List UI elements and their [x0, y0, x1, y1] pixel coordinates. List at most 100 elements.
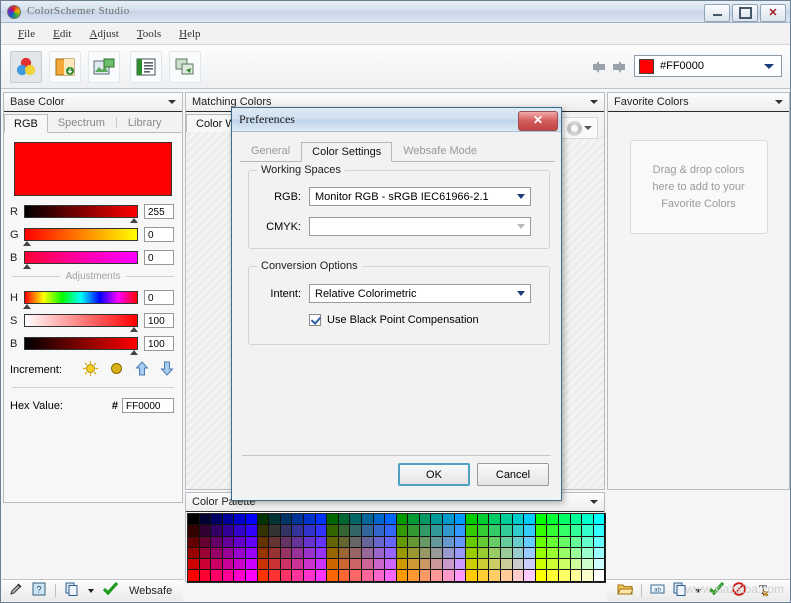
palette-swatch[interactable] [512, 570, 525, 582]
palette-swatch[interactable] [501, 536, 513, 548]
palette-swatch[interactable] [222, 514, 235, 526]
palette-swatch[interactable] [338, 514, 351, 526]
check-icon[interactable] [102, 581, 119, 599]
palette-swatch[interactable] [570, 536, 583, 548]
palette-swatch[interactable] [211, 559, 223, 571]
palette-swatch[interactable] [361, 559, 374, 571]
dialog-close-button[interactable]: ✕ [518, 111, 558, 131]
palette-swatch[interactable] [501, 559, 513, 571]
palette-swatch[interactable] [419, 559, 432, 571]
chevron-down-icon[interactable] [583, 126, 592, 130]
palette-swatch[interactable] [350, 514, 362, 526]
palette-swatch[interactable] [501, 525, 513, 537]
palette-swatch[interactable] [350, 536, 362, 548]
maximize-button[interactable] [732, 4, 758, 22]
palette-swatch[interactable] [466, 570, 478, 582]
palette-swatch[interactable] [431, 570, 444, 582]
palette-swatch[interactable] [292, 559, 304, 571]
palette-swatch[interactable] [535, 525, 548, 537]
palette-swatch[interactable] [361, 570, 374, 582]
palette-swatch[interactable] [547, 559, 559, 571]
palette-swatch[interactable] [443, 525, 455, 537]
palette-swatch[interactable] [501, 570, 513, 582]
hsb-slider-value[interactable]: 100 [144, 336, 174, 351]
palette-swatch[interactable] [338, 570, 351, 582]
palette-swatch[interactable] [361, 525, 374, 537]
ok-button[interactable]: OK [398, 463, 470, 486]
palette-swatch[interactable] [443, 559, 455, 571]
palette-swatch[interactable] [559, 570, 571, 582]
palette-swatch[interactable] [303, 570, 316, 582]
rgb-slider-thumb[interactable] [23, 264, 32, 269]
chevron-down-icon[interactable] [88, 588, 94, 593]
palette-swatch[interactable] [477, 525, 490, 537]
palette-swatch[interactable] [396, 536, 409, 548]
palette-swatch[interactable] [385, 559, 397, 571]
chevron-down-icon[interactable] [775, 100, 783, 104]
help-icon[interactable]: ? [32, 582, 46, 599]
palette-swatch[interactable] [431, 547, 444, 560]
palette-swatch[interactable] [222, 570, 235, 582]
palette-swatch[interactable] [315, 570, 328, 582]
palette-swatch[interactable] [512, 547, 525, 560]
palette-swatch[interactable] [408, 514, 420, 526]
palette-swatch[interactable] [234, 536, 246, 548]
palette-swatch[interactable] [524, 514, 536, 526]
palette-swatch[interactable] [361, 514, 374, 526]
palette-swatch[interactable] [570, 525, 583, 537]
palette-swatch[interactable] [269, 547, 281, 560]
palette-swatch[interactable] [419, 536, 432, 548]
palette-swatch[interactable] [570, 559, 583, 571]
text-tool-icon[interactable]: T [754, 582, 770, 600]
palette-swatch[interactable] [593, 525, 606, 537]
palette-swatch[interactable] [280, 559, 293, 571]
palette-swatch[interactable] [582, 536, 594, 548]
palette-swatch[interactable] [489, 547, 502, 560]
palette-swatch[interactable] [211, 525, 223, 537]
palette-swatch[interactable] [245, 570, 258, 582]
palette-swatch[interactable] [188, 514, 200, 526]
palette-swatch[interactable] [466, 525, 478, 537]
palette-swatch[interactable] [396, 559, 409, 571]
palette-swatch[interactable] [280, 570, 293, 582]
rename-icon[interactable]: ab [650, 582, 665, 599]
palette-swatch[interactable] [269, 514, 281, 526]
palette-swatch[interactable] [547, 547, 559, 560]
palette-swatch[interactable] [188, 570, 200, 582]
palette-swatch[interactable] [593, 570, 606, 582]
palette-swatch[interactable] [443, 514, 455, 526]
rgb-slider-track[interactable] [23, 228, 138, 246]
palette-swatch[interactable] [234, 570, 246, 582]
lighten-icon[interactable] [83, 361, 98, 379]
palette-swatch[interactable] [257, 547, 270, 560]
palette-swatch[interactable] [188, 536, 200, 548]
palette-swatch[interactable] [361, 547, 374, 560]
palette-swatch[interactable] [582, 559, 594, 571]
palette-swatch[interactable] [222, 559, 235, 571]
palette-swatch[interactable] [234, 514, 246, 526]
palette-swatch[interactable] [350, 525, 362, 537]
palette-swatch[interactable] [582, 525, 594, 537]
chevron-down-icon[interactable] [514, 189, 528, 204]
palette-swatch[interactable] [593, 559, 606, 571]
palette-swatch[interactable] [303, 547, 316, 560]
palette-swatch[interactable] [385, 570, 397, 582]
current-color-combo[interactable]: #FF0000 [634, 55, 782, 77]
palette-swatch[interactable] [280, 547, 293, 560]
palette-swatch[interactable] [454, 525, 467, 537]
palette-swatch[interactable] [477, 559, 490, 571]
scheme-selector-button[interactable] [560, 117, 598, 139]
palette-swatch[interactable] [466, 514, 478, 526]
palette-swatch[interactable] [489, 536, 502, 548]
palette-swatch[interactable] [338, 559, 351, 571]
rgb-slider-value[interactable]: 255 [144, 204, 174, 219]
library-icon[interactable] [130, 51, 162, 83]
palette-swatch[interactable] [501, 547, 513, 560]
palette-swatch[interactable] [443, 547, 455, 560]
palette-swatch[interactable] [327, 536, 339, 548]
palette-swatch[interactable] [454, 514, 467, 526]
palette-swatch[interactable] [419, 514, 432, 526]
copy-icon[interactable] [673, 582, 687, 599]
palette-swatch[interactable] [559, 559, 571, 571]
palette-swatch[interactable] [303, 525, 316, 537]
